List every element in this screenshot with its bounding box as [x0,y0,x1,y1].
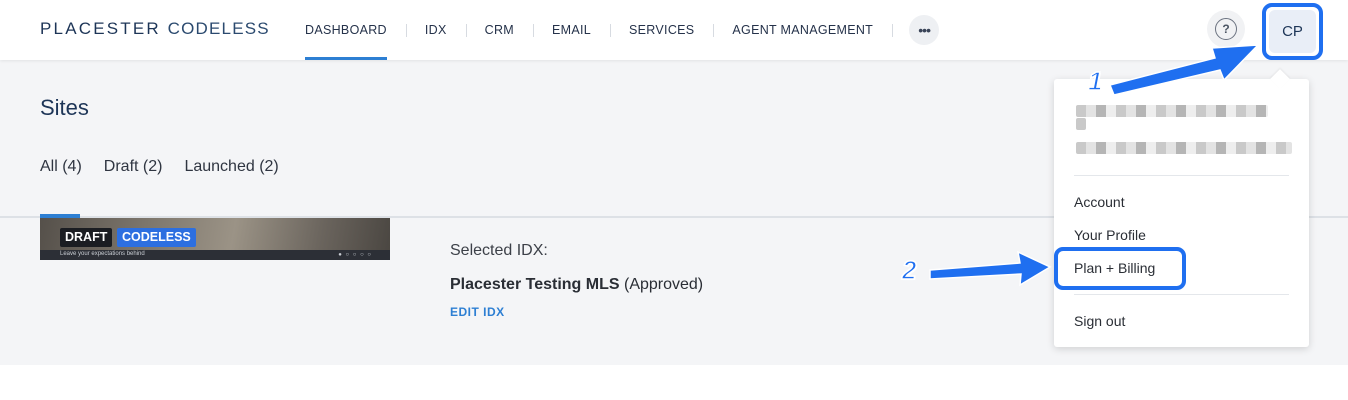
annotation-arrows [929,44,1260,287]
arrow-2-icon [929,250,1052,287]
step-2-label: 2 [901,254,917,286]
arrow-1-icon [1108,44,1260,96]
step-1-label: 1 [1087,65,1103,97]
